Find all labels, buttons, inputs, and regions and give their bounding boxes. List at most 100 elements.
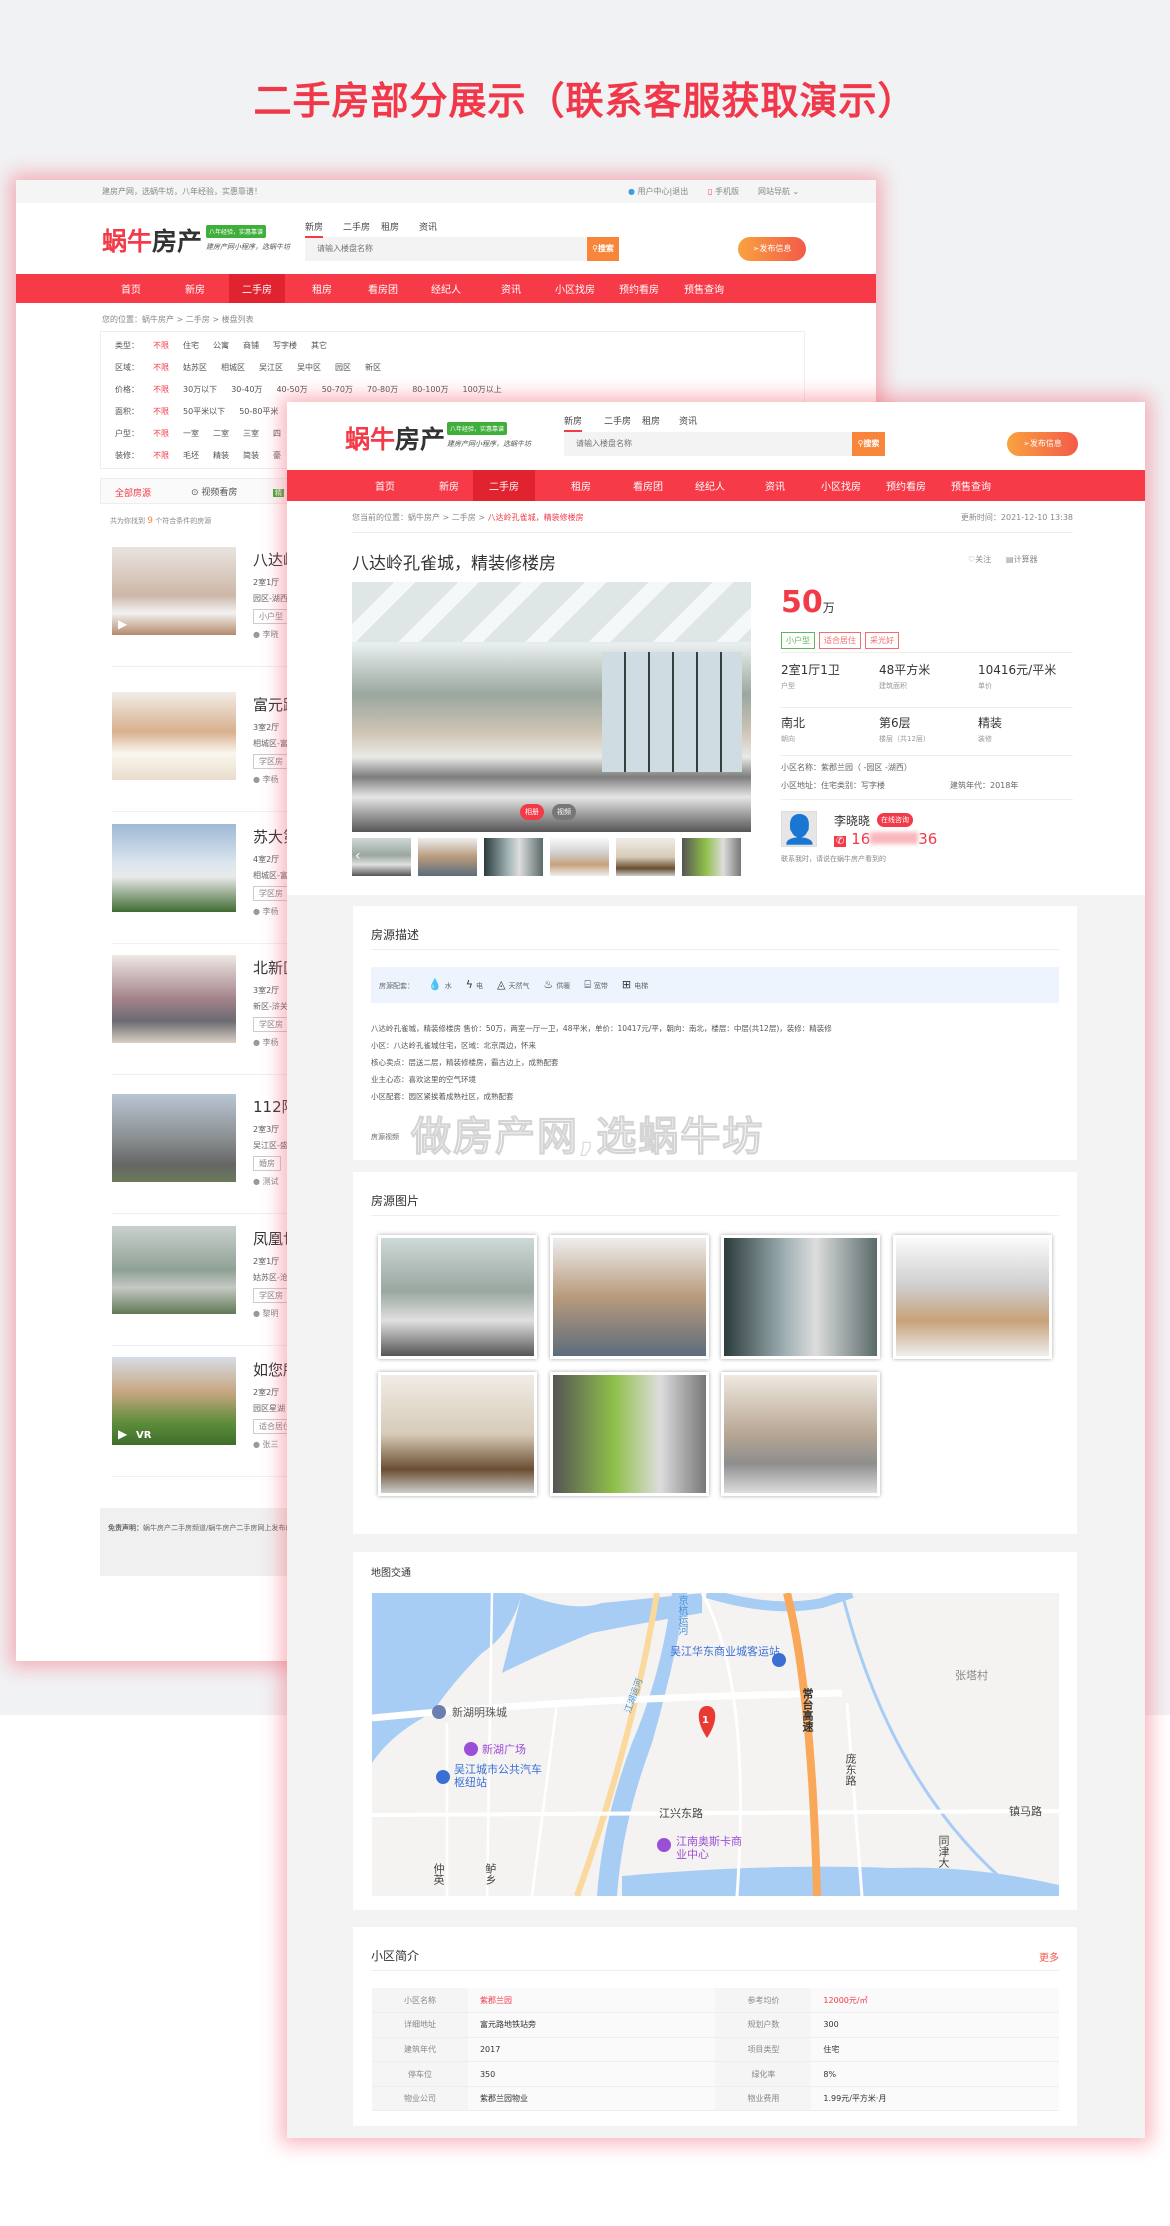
- map[interactable]: 1 京杭运河 吴江华东商业城客运站 张塔村 常台高速 新湖明珠城 新湖广场 吴江…: [372, 1593, 1059, 1896]
- publish-button[interactable]: ➢发布信息: [738, 237, 806, 261]
- search-button[interactable]: ⚲搜索: [587, 237, 619, 261]
- filter-option[interactable]: 三室: [243, 429, 259, 438]
- header-tab[interactable]: 二手房: [343, 220, 370, 233]
- filter-option[interactable]: 50-70万: [322, 385, 353, 394]
- filter-option[interactable]: 80-100万: [412, 385, 448, 394]
- header-tab[interactable]: 租房: [381, 220, 399, 233]
- listing-thumbnail[interactable]: [112, 692, 236, 780]
- breadcrumb-link[interactable]: 二手房: [452, 513, 476, 522]
- breadcrumb-link[interactable]: 蜗牛房产: [408, 513, 440, 522]
- nav-item[interactable]: 新房: [418, 470, 480, 501]
- chevron-right-icon[interactable]: ›: [742, 848, 748, 864]
- filter-option[interactable]: 四: [273, 429, 281, 438]
- filter-option[interactable]: 40-50万: [276, 385, 307, 394]
- filter-option[interactable]: 30-40万: [231, 385, 262, 394]
- online-consult-button[interactable]: 在线咨询: [877, 813, 913, 827]
- search-button[interactable]: ⚲搜索: [852, 432, 885, 456]
- filter-option[interactable]: 豪: [273, 451, 281, 460]
- filter-option[interactable]: 姑苏区: [183, 363, 207, 372]
- nav-item[interactable]: 首页: [103, 274, 159, 303]
- nav-item[interactable]: 新房: [167, 274, 223, 303]
- photo-thumbnail[interactable]: [418, 838, 477, 876]
- listing-thumbnail[interactable]: [112, 955, 236, 1043]
- gallery-photo[interactable]: [378, 1235, 537, 1359]
- header-tab[interactable]: 新房: [564, 414, 583, 432]
- photo-thumbnail[interactable]: [484, 838, 543, 876]
- map-label[interactable]: 新湖明珠城: [452, 1704, 507, 1720]
- mobile-link[interactable]: ▯ 手机版: [708, 180, 739, 203]
- nav-item[interactable]: 资讯: [483, 274, 539, 303]
- map-label[interactable]: 新湖广场: [482, 1741, 526, 1757]
- listing-thumbnail[interactable]: ▶ VR: [112, 1357, 236, 1445]
- filter-option[interactable]: 不限: [153, 363, 169, 372]
- photo-thumbnail[interactable]: [682, 838, 741, 876]
- nav-item[interactable]: 经纪人: [418, 274, 474, 303]
- nav-item[interactable]: 租房: [550, 470, 612, 501]
- agent-phone[interactable]: ✆ 16 36: [834, 830, 937, 848]
- filter-option[interactable]: 不限: [153, 341, 169, 350]
- filter-option[interactable]: 简装: [243, 451, 259, 460]
- listing-thumbnail[interactable]: [112, 1094, 236, 1182]
- tab-all-listings[interactable]: 全部房源: [115, 486, 151, 499]
- listing-thumbnail[interactable]: [112, 824, 236, 912]
- header-tab[interactable]: 租房: [642, 414, 660, 427]
- follow-button[interactable]: ♡关注: [968, 554, 991, 565]
- gallery-photo[interactable]: [721, 1372, 880, 1496]
- nav-item[interactable]: 看房团: [355, 274, 411, 303]
- filter-option[interactable]: 住宅: [183, 341, 199, 350]
- header-tab[interactable]: 新房: [305, 220, 324, 238]
- filter-option[interactable]: 其它: [311, 341, 327, 350]
- user-center-link[interactable]: ● 用户中心|退出: [628, 180, 688, 203]
- filter-option[interactable]: 不限: [153, 385, 169, 394]
- photo-thumbnail[interactable]: [616, 838, 675, 876]
- main-photo[interactable]: 相册 视频: [352, 582, 751, 832]
- nav-item[interactable]: 二手房: [473, 470, 535, 501]
- gallery-photo[interactable]: [378, 1372, 537, 1496]
- filter-option[interactable]: 50-80平米: [239, 407, 278, 416]
- filter-option[interactable]: 一室: [183, 429, 199, 438]
- filter-option[interactable]: 不限: [153, 451, 169, 460]
- tab-video-viewing[interactable]: ⊙ 视频看房: [191, 485, 237, 498]
- listing-thumbnail[interactable]: [112, 1226, 236, 1314]
- filter-option[interactable]: 毛坯: [183, 451, 199, 460]
- filter-option[interactable]: 50平米以下: [183, 407, 225, 416]
- filter-option[interactable]: 吴江区: [259, 363, 283, 372]
- site-nav-dropdown[interactable]: 网站导航 ⌄: [758, 180, 799, 203]
- map-label[interactable]: 吴江城市公共汽车枢纽站: [454, 1763, 542, 1789]
- filter-option[interactable]: 30万以下: [183, 385, 217, 394]
- filter-option[interactable]: 园区: [335, 363, 351, 372]
- header-tab[interactable]: 二手房: [604, 414, 631, 427]
- video-button[interactable]: 视频: [552, 804, 576, 820]
- calculator-button[interactable]: ▤计算器: [1006, 554, 1038, 565]
- listing-thumbnail[interactable]: ▶: [112, 547, 236, 635]
- nav-item[interactable]: 二手房: [229, 274, 285, 303]
- nav-item[interactable]: 预售查询: [940, 470, 1002, 501]
- album-button[interactable]: 相册: [520, 804, 544, 820]
- search-input[interactable]: [564, 432, 852, 456]
- photo-thumbnail[interactable]: [550, 838, 609, 876]
- filter-option[interactable]: 二室: [213, 429, 229, 438]
- header-tab[interactable]: 资讯: [419, 220, 437, 233]
- site-logo[interactable]: 蜗牛房产: [345, 420, 445, 456]
- publish-button[interactable]: ➢发布信息: [1007, 432, 1078, 456]
- nav-item[interactable]: 首页: [354, 470, 416, 501]
- filter-option[interactable]: 相城区: [221, 363, 245, 372]
- nav-item[interactable]: 小区找房: [547, 274, 603, 303]
- filter-option[interactable]: 不限: [153, 429, 169, 438]
- gallery-photo[interactable]: [550, 1372, 709, 1496]
- filter-option[interactable]: 精装: [213, 451, 229, 460]
- nav-item[interactable]: 小区找房: [810, 470, 872, 501]
- map-label[interactable]: 江南奥斯卡商业中心: [676, 1835, 742, 1861]
- gallery-photo[interactable]: [893, 1235, 1052, 1359]
- filter-option[interactable]: 公寓: [213, 341, 229, 350]
- more-link[interactable]: 更多: [1039, 1949, 1059, 1964]
- nav-item[interactable]: 租房: [294, 274, 350, 303]
- site-logo[interactable]: 蜗牛房产: [102, 222, 202, 258]
- nav-item[interactable]: 资讯: [744, 470, 806, 501]
- filter-option[interactable]: 吴中区: [297, 363, 321, 372]
- nav-item[interactable]: 看房团: [617, 470, 679, 501]
- nav-item[interactable]: 经纪人: [679, 470, 741, 501]
- chevron-left-icon[interactable]: ‹: [355, 848, 361, 864]
- filter-option[interactable]: 100万以上: [463, 385, 502, 394]
- filter-option[interactable]: 商铺: [243, 341, 259, 350]
